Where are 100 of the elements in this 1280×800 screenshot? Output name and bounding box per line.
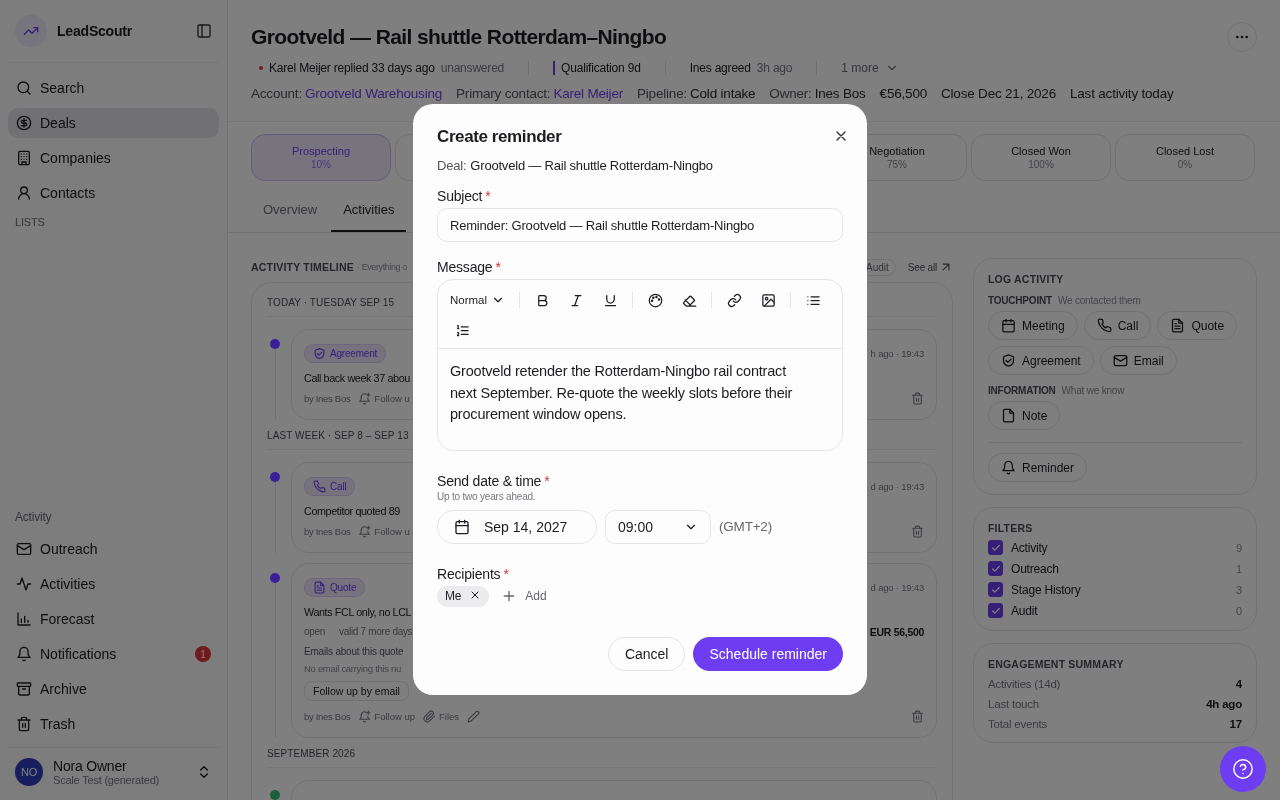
nav-item[interactable]: Companies bbox=[8, 143, 219, 173]
phone-icon bbox=[313, 480, 326, 493]
brand-name: LeadScoutr bbox=[57, 23, 133, 39]
meta-link[interactable]: Grootveld Warehousing bbox=[304, 86, 443, 101]
emails-heading: Emails about this quote bbox=[304, 646, 404, 657]
shield-check-icon bbox=[1001, 353, 1016, 368]
group-label: INFORMATION bbox=[988, 385, 1056, 396]
activity-title: Wants FCL only, no LCL bbox=[304, 606, 412, 618]
schedule-button[interactable]: Schedule reminder bbox=[693, 636, 843, 671]
delete-button[interactable] bbox=[911, 392, 924, 405]
group-label: TOUCHPOINT bbox=[988, 295, 1052, 306]
meta-link[interactable]: Karel Meijer bbox=[553, 86, 623, 101]
meta-value: €56,500 bbox=[879, 86, 927, 101]
nav-item[interactable]: Search bbox=[8, 73, 219, 103]
image-icon bbox=[760, 292, 776, 308]
deal-name: Grootveld — Rail shuttle Rotterdam-Ningbo bbox=[470, 158, 713, 173]
sidebar-toggle-button[interactable] bbox=[196, 23, 212, 39]
trash-icon bbox=[911, 525, 924, 538]
meta-value: Ines Bos bbox=[814, 86, 866, 101]
files-button[interactable]: Files bbox=[423, 710, 460, 723]
quote-amount: EUR 56,500 bbox=[869, 626, 924, 638]
more-signals-button[interactable]: 1 more bbox=[841, 61, 899, 75]
add-recipient-button[interactable]: Add bbox=[501, 588, 547, 604]
group-heading: SEPTEMBER 2026 bbox=[267, 748, 937, 768]
activity-author: by Ines Bos bbox=[304, 711, 351, 722]
required-mark: * bbox=[495, 259, 501, 275]
pulse-icon bbox=[16, 576, 32, 592]
bell-icon bbox=[16, 646, 32, 662]
deal-title: Grootveld — Rail shuttle Rotterdam–Ningbo bbox=[251, 25, 668, 49]
nav-item[interactable]: Outreach bbox=[8, 534, 219, 564]
alert-dot bbox=[259, 66, 263, 70]
section-heading: Activity bbox=[14, 510, 53, 526]
stage-bar bbox=[553, 61, 556, 75]
nav-item[interactable]: Notifications 1 bbox=[8, 639, 219, 669]
meta-label: Primary contact: bbox=[456, 86, 551, 101]
tab[interactable]: Overview bbox=[251, 196, 330, 232]
bell-plus-icon bbox=[358, 710, 372, 723]
activity-author: by Ines Bos bbox=[304, 526, 351, 537]
activity-title: Call back week 37 abou bbox=[304, 372, 410, 384]
paperclip-icon bbox=[423, 710, 436, 723]
search-icon bbox=[16, 80, 32, 96]
underline-icon bbox=[602, 292, 618, 308]
follow-up-button[interactable]: Follow u bbox=[358, 525, 410, 538]
signal-text: Karel Meijer replied 33 days ago bbox=[269, 61, 435, 75]
help-icon bbox=[1232, 758, 1254, 780]
checkbox[interactable] bbox=[988, 582, 1003, 597]
panel-heading: LOG ACTIVITY bbox=[988, 273, 1065, 285]
delete-button[interactable] bbox=[911, 710, 924, 723]
message-editor[interactable]: Normal Grootveld retender the Rotterdam-Ningbo rail contract next September. Re-quote the weekly slots before their procurement window opens. bbox=[437, 279, 843, 451]
avatar: NO bbox=[15, 758, 43, 786]
meta-value: Last activity today bbox=[1070, 86, 1174, 101]
link-icon bbox=[726, 292, 742, 308]
follow-up-button[interactable]: Follow u bbox=[358, 392, 410, 405]
archive-icon bbox=[16, 681, 32, 697]
time-select[interactable]: 09:00 bbox=[605, 509, 711, 544]
required-mark: * bbox=[503, 565, 509, 582]
nav-item[interactable]: Trash bbox=[8, 709, 219, 739]
dollar-circle-icon bbox=[16, 115, 32, 131]
person-icon bbox=[16, 185, 32, 201]
required-mark: * bbox=[485, 188, 491, 204]
check-icon bbox=[990, 542, 1001, 553]
follow-up-email-button[interactable]: Follow up by email bbox=[304, 681, 409, 701]
checkbox[interactable] bbox=[988, 561, 1003, 576]
stat-label: Activities (14d) bbox=[988, 678, 1061, 690]
checkbox[interactable] bbox=[988, 540, 1003, 555]
checkbox[interactable] bbox=[988, 603, 1003, 618]
activity-tag: Call bbox=[304, 477, 356, 496]
required-mark: * bbox=[544, 472, 550, 489]
signal-note: 3h ago bbox=[756, 61, 793, 75]
stat-label: Total events bbox=[988, 718, 1047, 730]
field-label: Subject bbox=[437, 188, 483, 204]
filter-label: Outreach bbox=[1011, 561, 1059, 576]
nav-item[interactable]: Activities bbox=[8, 569, 219, 599]
bell-plus-icon bbox=[358, 392, 372, 405]
delete-button[interactable] bbox=[911, 525, 924, 538]
document-icon bbox=[1170, 318, 1186, 333]
meta-label: Pipeline: bbox=[637, 86, 687, 101]
help-button[interactable] bbox=[1220, 746, 1266, 792]
nav-item[interactable]: Contacts bbox=[8, 178, 219, 208]
nav-item[interactable]: Deals bbox=[8, 108, 219, 138]
subject-field[interactable]: Reminder: Grootveld — Rail shuttle Rotterdam-Ningbo bbox=[437, 208, 843, 242]
nav-item[interactable]: Forecast bbox=[8, 604, 219, 634]
section-heading: LISTS bbox=[14, 215, 46, 228]
quote-status: open bbox=[304, 626, 326, 638]
stat-value: 4 bbox=[1235, 678, 1242, 690]
file-icon bbox=[1001, 408, 1016, 423]
shield-check-icon bbox=[313, 347, 326, 360]
count-badge: 1 bbox=[195, 646, 211, 662]
mail-icon bbox=[16, 541, 32, 557]
nav-item[interactable]: Archive bbox=[8, 674, 219, 704]
account-switcher[interactable]: NO Nora Owner Scale Test (generated) bbox=[8, 747, 219, 800]
see-all-link[interactable]: See all bbox=[907, 260, 953, 274]
timezone-label: (GMT+2) bbox=[719, 519, 772, 534]
follow-up-button[interactable]: Follow up bbox=[358, 710, 415, 723]
tab[interactable]: Activities bbox=[331, 196, 407, 232]
edit-button[interactable] bbox=[467, 710, 481, 723]
check-icon bbox=[990, 563, 1001, 574]
panel-heading: ENGAGEMENT SUMMARY bbox=[988, 658, 1125, 670]
trash-icon bbox=[16, 716, 32, 732]
activity-time: d ago · 19:43 bbox=[870, 481, 924, 492]
